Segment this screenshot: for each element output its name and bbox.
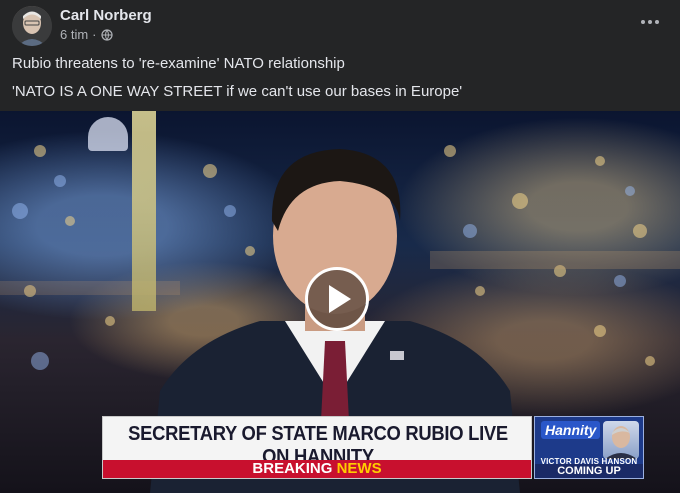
post-time[interactable]: 6 tim (60, 27, 88, 42)
post-text-line-1: Rubio threatens to 're-examine' NATO rel… (12, 55, 345, 72)
news-chyron: SECRETARY OF STATE MARCO RUBIO LIVE ON H… (102, 416, 532, 479)
capitol-dome (88, 117, 128, 151)
coming-up-label: COMING UP (535, 464, 643, 478)
hannity-logo: Hannity (541, 421, 601, 439)
show-promo: Hannity VICTOR DAVIS HANSON COMING UP (534, 416, 644, 479)
more-options-button[interactable] (638, 12, 662, 32)
post-header: Carl Norberg 6 tim · (0, 0, 680, 50)
globe-icon (100, 28, 113, 41)
guest-photo (603, 421, 639, 459)
post-meta: 6 tim · (60, 27, 113, 42)
post-text-line-2: 'NATO IS A ONE WAY STREET if we can't us… (12, 83, 463, 100)
breaking-news-bar: BREAKING NEWS (103, 460, 531, 478)
news-label: NEWS (336, 460, 382, 477)
play-icon (329, 285, 351, 313)
avatar-image (12, 6, 52, 46)
breaking-label: BREAKING (252, 460, 333, 477)
ellipsis-icon (641, 20, 645, 24)
avatar[interactable] (12, 6, 52, 46)
video-player[interactable]: SECRETARY OF STATE MARCO RUBIO LIVE ON H… (0, 111, 680, 493)
meta-separator: · (92, 27, 97, 42)
author-name[interactable]: Carl Norberg (60, 7, 152, 24)
play-button[interactable] (305, 267, 369, 331)
